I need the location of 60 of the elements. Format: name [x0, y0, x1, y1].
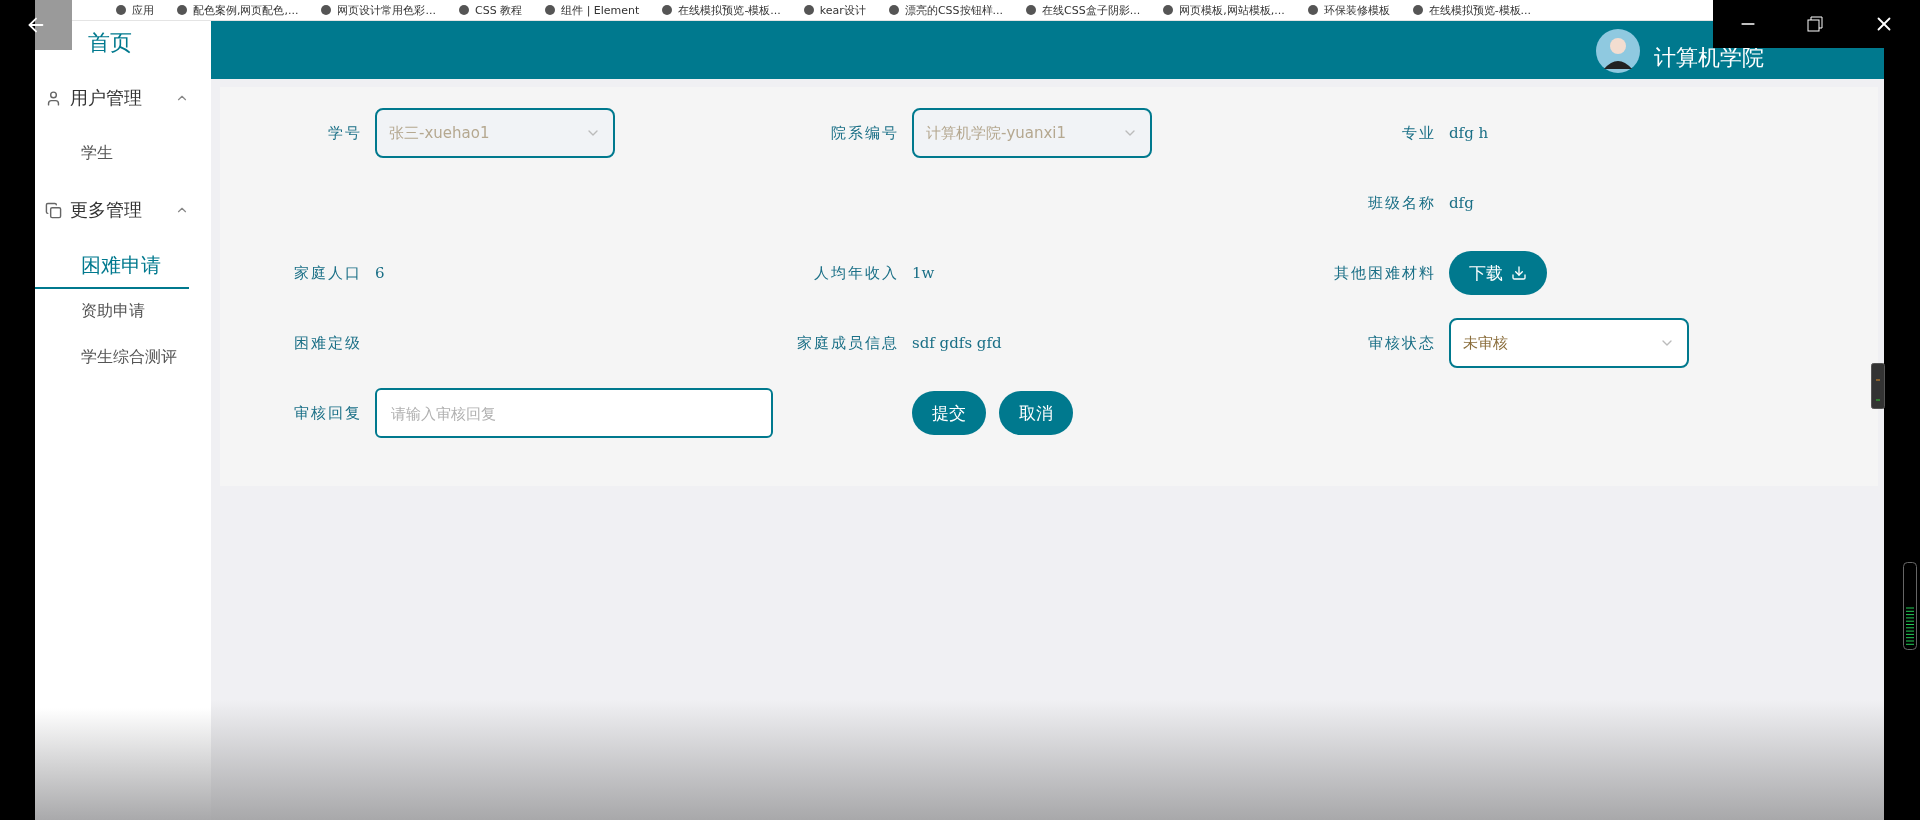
cancel-button[interactable]: 取消	[999, 391, 1073, 435]
bookmark-icon	[1411, 4, 1424, 16]
bookmark-link[interactable]: kear设计	[802, 2, 866, 18]
menu-group[interactable]: 更多管理	[35, 177, 211, 243]
bookmark-link[interactable]: 配色案例,网页配色,...	[176, 2, 299, 18]
field-label: 审核回复	[293, 403, 362, 423]
field-value: dfg h	[1449, 124, 1489, 142]
field-label: 学号	[327, 123, 362, 143]
field-label: 家庭人口	[293, 263, 362, 283]
field-label: 院系编号	[830, 123, 899, 143]
bookmark-link[interactable]: 在线CSS盒子阴影...	[1025, 2, 1141, 18]
home-link[interactable]: 首页	[88, 28, 132, 58]
person-icon	[45, 89, 62, 107]
bookmark-link[interactable]: 漂亮的CSS按钮样...	[887, 2, 1003, 18]
field-value: sdf gdfs gfd	[912, 334, 1002, 352]
bookmark-icon	[802, 4, 815, 16]
sidebar-item[interactable]: 学生	[35, 131, 211, 177]
bookmark-icon	[176, 4, 188, 16]
field-value: dfg	[1449, 194, 1474, 212]
bookmark-link[interactable]: 在线模拟预览-模板...	[661, 2, 781, 18]
field-value: 1w	[912, 264, 935, 282]
field-label: 家庭成员信息	[796, 333, 899, 353]
bookmark-icon	[887, 4, 900, 16]
bookmark-icon	[320, 4, 333, 16]
bookmark-icon	[661, 4, 674, 16]
restore-icon[interactable]	[1807, 16, 1824, 32]
menu-group[interactable]: 用户管理	[35, 65, 211, 131]
bookmark-icon	[1162, 4, 1175, 16]
header-title: 计算机学院	[1654, 44, 1764, 72]
copy-icon	[45, 201, 62, 219]
sidebar-item[interactable]: 资助申请	[35, 289, 211, 335]
sidebar-item[interactable]: 学生综合测评	[35, 335, 211, 381]
bookmark-link[interactable]: 组件 | Element	[544, 2, 640, 18]
bookmark-icon	[1306, 4, 1319, 16]
download-icon	[1511, 265, 1527, 281]
level-meter-icon	[1903, 562, 1917, 650]
bookmark-link[interactable]: 网页设计常用色彩...	[320, 2, 436, 18]
select-field[interactable]: 未审核	[1449, 318, 1689, 368]
sidebar-item[interactable]: 困难申请	[35, 243, 189, 289]
field-label: 班级名称	[1367, 193, 1436, 213]
level-meter-icon	[1871, 363, 1885, 409]
bookmark-link[interactable]: CSS 教程	[458, 2, 523, 18]
field-label: 专业	[1401, 123, 1436, 143]
submit-button[interactable]: 提交	[912, 391, 986, 435]
bookmark-link[interactable]: 应用	[115, 2, 154, 18]
bookmark-link[interactable]: 在线模拟预览-模板...	[1411, 2, 1532, 18]
field-value: 6	[375, 264, 385, 282]
reply-input-field[interactable]: 请输入审核回复	[375, 388, 773, 438]
field-label: 人均年收入	[813, 263, 899, 283]
bookmark-link[interactable]: 环保装修模板	[1306, 2, 1390, 18]
bookmark-icon	[1025, 4, 1037, 16]
avatar-icon	[1596, 29, 1640, 73]
bookmark-icon	[115, 4, 127, 16]
field-label: 其他困难材料	[1333, 263, 1436, 283]
field-label: 困难定级	[293, 333, 362, 353]
bookmark-icon	[458, 4, 470, 16]
download-button[interactable]: 下载	[1449, 251, 1547, 295]
field-label: 审核状态	[1367, 333, 1436, 353]
bookmark-icon	[544, 4, 557, 16]
bookmark-link[interactable]: 网页模板,网站模板,...	[1162, 2, 1285, 18]
